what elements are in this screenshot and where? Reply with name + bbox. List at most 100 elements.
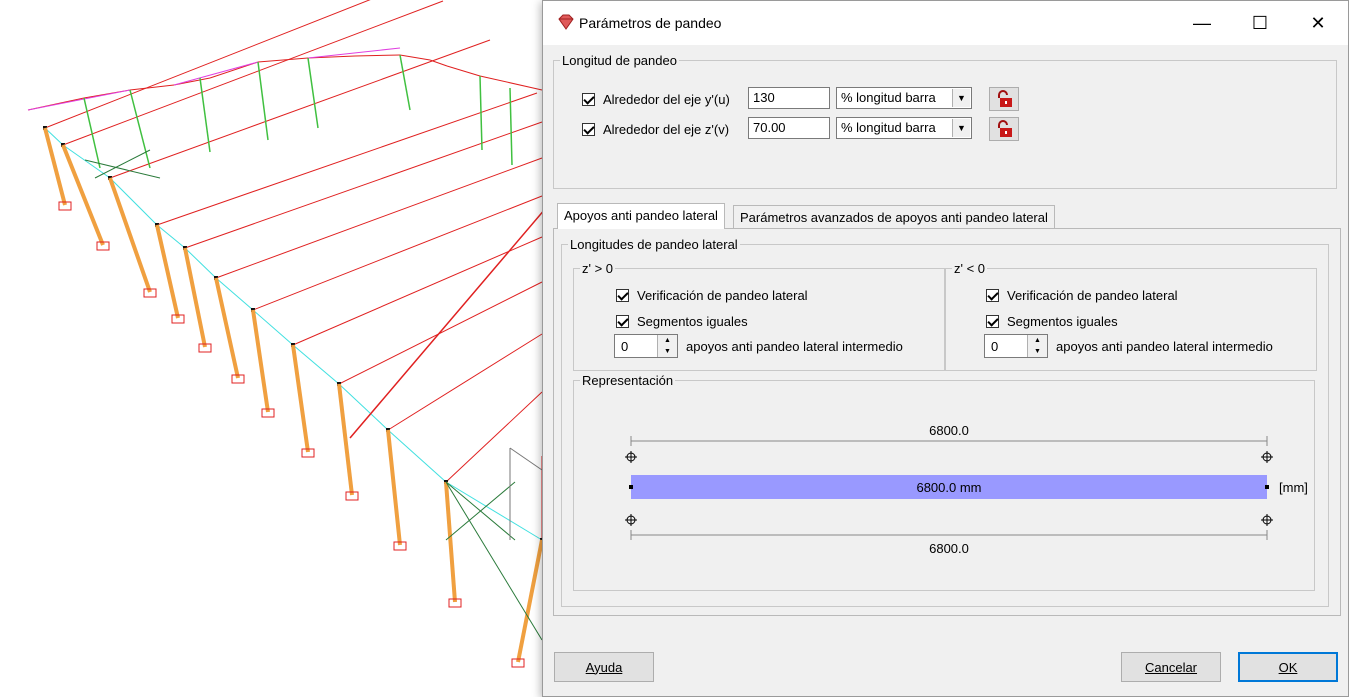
support-symbol-icon — [1261, 514, 1273, 526]
zneg-supports-stepper[interactable]: 0 ▲ ▼ — [984, 334, 1048, 358]
rafter — [387, 333, 543, 431]
top-chord — [479, 75, 543, 91]
rafter — [292, 236, 543, 346]
bar-length-label: 6800.0 mm — [916, 480, 981, 495]
column — [386, 429, 402, 546]
buckling-row-y: Alrededor del eje y'(u) — [582, 88, 730, 110]
top-chord — [429, 59, 448, 67]
top-dimension-label: 6800.0 — [929, 423, 969, 438]
axis-z-unit-value: % longitud barra — [841, 120, 936, 135]
strut — [257, 61, 269, 141]
zpos-segments-row: Segmentos iguales — [616, 311, 748, 331]
axis-z-label: Alrededor del eje z'(v) — [603, 121, 730, 137]
axis-z-unit-select[interactable]: % longitud barra ▼ — [836, 117, 972, 139]
column — [183, 247, 207, 348]
frame — [509, 447, 543, 471]
axis-y-value-input[interactable]: 130 — [748, 87, 830, 109]
zneg-segments-checkbox[interactable] — [986, 314, 999, 328]
strut — [509, 87, 513, 166]
chevron-down-icon: ▼ — [952, 119, 970, 137]
maximize-button[interactable]: ☐ — [1231, 1, 1289, 45]
zpos-supports-stepper[interactable]: 0 ▲ ▼ — [614, 334, 678, 358]
zneg-verification-checkbox[interactable] — [986, 288, 999, 302]
zpos-segments-checkbox[interactable] — [616, 314, 629, 328]
strut — [307, 57, 319, 129]
strut — [479, 75, 483, 151]
rafter — [44, 0, 371, 129]
zpos-verification-checkbox[interactable] — [616, 288, 629, 302]
checkbox-axis-z[interactable] — [582, 122, 595, 136]
close-icon: ✕ — [1310, 12, 1326, 33]
spinner-arrows-icon[interactable]: ▲ ▼ — [657, 335, 677, 357]
dialog-title: Parámetros de pandeo — [579, 15, 722, 31]
column — [155, 224, 180, 319]
zpos-supports-label: apoyos anti pandeo lateral intermedio — [686, 338, 903, 354]
zpos-verification-row: Verificación de pandeo lateral — [616, 285, 808, 305]
rafter — [445, 391, 543, 483]
axis-z-lock-button[interactable] — [989, 117, 1019, 141]
x-brace — [445, 481, 543, 641]
eave-line — [387, 429, 447, 483]
buckling-parameters-dialog: Parámetros de pandeo — ☐ ✕ Longitud de p… — [542, 0, 1349, 697]
units-label: [mm] — [1279, 480, 1308, 495]
ok-button[interactable]: OK — [1238, 652, 1338, 682]
minimize-icon: — — [1193, 12, 1211, 33]
tab-lateral-supports[interactable]: Apoyos anti pandeo lateral — [557, 203, 725, 229]
checkbox-axis-y[interactable] — [582, 92, 595, 106]
column — [61, 144, 105, 246]
cancel-button[interactable]: Cancelar — [1121, 652, 1221, 682]
tab-advanced-parameters[interactable]: Parámetros avanzados de apoyos anti pand… — [733, 205, 1055, 229]
eave-line — [292, 344, 340, 385]
top-chord — [354, 54, 401, 57]
buckling-length-legend: Longitud de pandeo — [562, 53, 677, 68]
ruby-gem-icon — [558, 14, 574, 30]
column — [516, 539, 544, 663]
buckling-row-z: Alrededor del eje z'(v) — [582, 118, 729, 140]
zneg-supports-label: apoyos anti pandeo lateral intermedio — [1056, 338, 1273, 354]
zneg-supports-value: 0 — [991, 339, 999, 354]
ok-button-label: OK — [1278, 659, 1298, 675]
strut — [199, 77, 211, 153]
representation-legend: Representación — [582, 373, 674, 388]
support-symbol-icon — [625, 451, 637, 463]
bracing — [173, 61, 259, 86]
title-bar: Parámetros de pandeo — ☐ ✕ — [543, 1, 1348, 45]
zpos-supports-value: 0 — [621, 339, 629, 354]
column — [214, 277, 240, 379]
zpos-legend: z' > 0 — [582, 261, 614, 276]
rafter — [184, 121, 543, 249]
representation-diagram: 6800.0 6800.0 mm [mm] 6800.0 — [625, 423, 1308, 556]
eave-line — [445, 481, 543, 541]
close-button[interactable]: ✕ — [1289, 1, 1347, 45]
minimize-button[interactable]: — — [1173, 1, 1231, 45]
help-button[interactable]: Ayuda — [554, 652, 654, 682]
rafter — [156, 92, 538, 226]
top-chord — [399, 54, 431, 61]
zpos-segments-label: Segmentos iguales — [637, 313, 748, 329]
column — [291, 344, 310, 453]
zneg-verification-label: Verificación de pandeo lateral — [1007, 287, 1178, 303]
maximize-icon: ☐ — [1251, 12, 1269, 33]
zpos-verification-label: Verificación de pandeo lateral — [637, 287, 808, 303]
strut — [129, 89, 151, 169]
rafter — [62, 0, 444, 146]
axis-y-lock-button[interactable] — [989, 87, 1019, 111]
support-symbol-icon — [625, 514, 637, 526]
chevron-down-icon: ▼ — [952, 89, 970, 107]
axis-y-unit-value: % longitud barra — [841, 90, 936, 105]
zneg-segments-row: Segmentos iguales — [986, 311, 1118, 331]
cancel-button-label: Cancelar — [1144, 659, 1198, 675]
unlocked-padlock-icon — [998, 120, 1012, 137]
axis-z-value-input[interactable]: 70.00 — [748, 117, 830, 139]
zneg-legend: z' < 0 — [954, 261, 986, 276]
column — [251, 309, 270, 413]
support-symbol-icon — [1261, 451, 1273, 463]
spinner-arrows-icon[interactable]: ▲ ▼ — [1027, 335, 1047, 357]
unlocked-padlock-icon — [998, 90, 1012, 107]
rafter — [338, 281, 543, 385]
column — [444, 481, 457, 603]
lateral-buckling-legend: Longitudes de pandeo lateral — [570, 237, 738, 252]
rafter — [252, 195, 543, 311]
axis-y-unit-select[interactable]: % longitud barra ▼ — [836, 87, 972, 109]
zneg-verification-row: Verificación de pandeo lateral — [986, 285, 1178, 305]
